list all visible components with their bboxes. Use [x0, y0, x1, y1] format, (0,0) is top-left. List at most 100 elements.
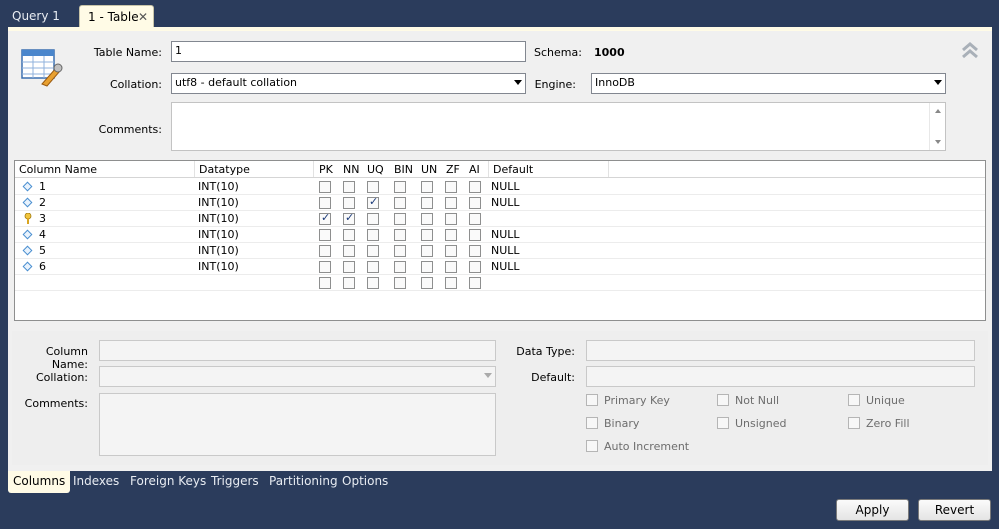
- apply-button[interactable]: Apply: [836, 499, 909, 521]
- zero-fill-checkbox[interactable]: [848, 417, 860, 429]
- header-nn[interactable]: NN: [343, 163, 359, 176]
- ai-checkbox[interactable]: [469, 261, 481, 273]
- datatype-cell[interactable]: INT(10): [198, 244, 239, 257]
- data-type-input[interactable]: [586, 340, 975, 361]
- un-checkbox[interactable]: [421, 181, 433, 193]
- bin-checkbox[interactable]: [394, 213, 406, 225]
- ai-checkbox[interactable]: [469, 181, 481, 193]
- datatype-cell[interactable]: INT(10): [198, 260, 239, 273]
- revert-button[interactable]: Revert: [918, 499, 991, 521]
- uq-checkbox[interactable]: [367, 261, 379, 273]
- ai-checkbox[interactable]: [469, 197, 481, 209]
- datatype-cell[interactable]: INT(10): [198, 212, 239, 225]
- column-name-cell[interactable]: 2: [39, 196, 46, 209]
- table-row[interactable]: 5 INT(10) NULL: [15, 243, 985, 259]
- column-comments-textarea[interactable]: [99, 393, 496, 456]
- tab-columns[interactable]: Columns: [8, 471, 71, 493]
- table-row[interactable]: 2 INT(10) NULL: [15, 195, 985, 211]
- collapse-icon[interactable]: [961, 41, 979, 59]
- un-checkbox[interactable]: [421, 213, 433, 225]
- column-name-cell[interactable]: 5: [39, 244, 46, 257]
- table-row[interactable]: 4 INT(10) NULL: [15, 227, 985, 243]
- table-comments-textarea[interactable]: [171, 102, 946, 151]
- default-cell[interactable]: NULL: [491, 228, 520, 241]
- uq-checkbox[interactable]: [367, 229, 379, 241]
- collation-select[interactable]: utf8 - default collation: [171, 73, 526, 94]
- tab-query-1[interactable]: Query 1: [4, 5, 68, 27]
- tab-indexes[interactable]: Indexes: [68, 471, 124, 493]
- column-name-cell[interactable]: 3: [39, 212, 46, 225]
- tab-triggers[interactable]: Triggers: [206, 471, 264, 493]
- bin-checkbox[interactable]: [394, 229, 406, 241]
- nn-checkbox[interactable]: [343, 211, 355, 225]
- header-datatype[interactable]: Datatype: [199, 163, 250, 176]
- binary-checkbox[interactable]: [586, 417, 598, 429]
- pk-checkbox[interactable]: [319, 245, 331, 257]
- default-cell[interactable]: NULL: [491, 260, 520, 273]
- un-checkbox[interactable]: [421, 261, 433, 273]
- ai-checkbox[interactable]: [469, 213, 481, 225]
- datatype-cell[interactable]: INT(10): [198, 180, 239, 193]
- unique-checkbox[interactable]: [848, 394, 860, 406]
- ai-checkbox[interactable]: [469, 245, 481, 257]
- header-default[interactable]: Default: [493, 163, 533, 176]
- zf-checkbox[interactable]: [445, 229, 457, 241]
- column-name-input[interactable]: [99, 340, 496, 361]
- header-bin[interactable]: BIN: [394, 163, 413, 176]
- table-row[interactable]: 3 INT(10): [15, 211, 985, 227]
- scroll-down-icon[interactable]: [935, 140, 941, 144]
- auto-increment-checkbox[interactable]: [586, 440, 598, 452]
- un-checkbox[interactable]: [421, 229, 433, 241]
- pk-checkbox[interactable]: [319, 197, 331, 209]
- zf-checkbox[interactable]: [445, 245, 457, 257]
- table-row[interactable]: 1 INT(10) NULL: [15, 179, 985, 195]
- header-zf[interactable]: ZF: [446, 163, 460, 176]
- header-pk[interactable]: PK: [319, 163, 333, 176]
- ai-checkbox[interactable]: [469, 229, 481, 241]
- tab-foreign-keys[interactable]: Foreign Keys: [125, 471, 211, 493]
- zf-checkbox[interactable]: [445, 277, 457, 289]
- nn-checkbox[interactable]: [343, 229, 355, 241]
- tab-partitioning[interactable]: Partitioning: [264, 471, 343, 493]
- table-name-input[interactable]: 1: [171, 41, 526, 62]
- column-name-cell[interactable]: 1: [39, 180, 46, 193]
- header-uq[interactable]: UQ: [367, 163, 384, 176]
- unsigned-checkbox[interactable]: [717, 417, 729, 429]
- uq-checkbox[interactable]: [367, 277, 379, 289]
- pk-checkbox[interactable]: [319, 229, 331, 241]
- engine-select[interactable]: InnoDB: [591, 73, 946, 94]
- column-name-cell[interactable]: 6: [39, 260, 46, 273]
- default-cell[interactable]: NULL: [491, 244, 520, 257]
- pk-checkbox[interactable]: [319, 261, 331, 273]
- default-cell[interactable]: NULL: [491, 196, 520, 209]
- bin-checkbox[interactable]: [394, 261, 406, 273]
- close-icon[interactable]: ✕: [138, 6, 148, 28]
- default-input[interactable]: [586, 366, 975, 387]
- scroll-up-icon[interactable]: [935, 109, 941, 113]
- nn-checkbox[interactable]: [343, 261, 355, 273]
- datatype-cell[interactable]: INT(10): [198, 228, 239, 241]
- zf-checkbox[interactable]: [445, 213, 457, 225]
- tab-table-editor[interactable]: 1 - Table ✕: [79, 5, 154, 27]
- uq-checkbox[interactable]: [367, 195, 379, 209]
- un-checkbox[interactable]: [421, 245, 433, 257]
- tab-options[interactable]: Options: [337, 471, 393, 493]
- scrollbar[interactable]: [929, 103, 945, 150]
- nn-checkbox[interactable]: [343, 277, 355, 289]
- pk-checkbox[interactable]: [319, 277, 331, 289]
- nn-checkbox[interactable]: [343, 181, 355, 193]
- default-cell[interactable]: NULL: [491, 180, 520, 193]
- table-row[interactable]: 6 INT(10) NULL: [15, 259, 985, 275]
- new-column-row[interactable]: [15, 275, 985, 291]
- uq-checkbox[interactable]: [367, 181, 379, 193]
- ai-checkbox[interactable]: [469, 277, 481, 289]
- bin-checkbox[interactable]: [394, 277, 406, 289]
- bin-checkbox[interactable]: [394, 245, 406, 257]
- header-ai[interactable]: AI: [469, 163, 480, 176]
- bin-checkbox[interactable]: [394, 181, 406, 193]
- uq-checkbox[interactable]: [367, 213, 379, 225]
- uq-checkbox[interactable]: [367, 245, 379, 257]
- zf-checkbox[interactable]: [445, 181, 457, 193]
- pk-checkbox[interactable]: [319, 211, 331, 225]
- column-collation-select[interactable]: [99, 366, 496, 387]
